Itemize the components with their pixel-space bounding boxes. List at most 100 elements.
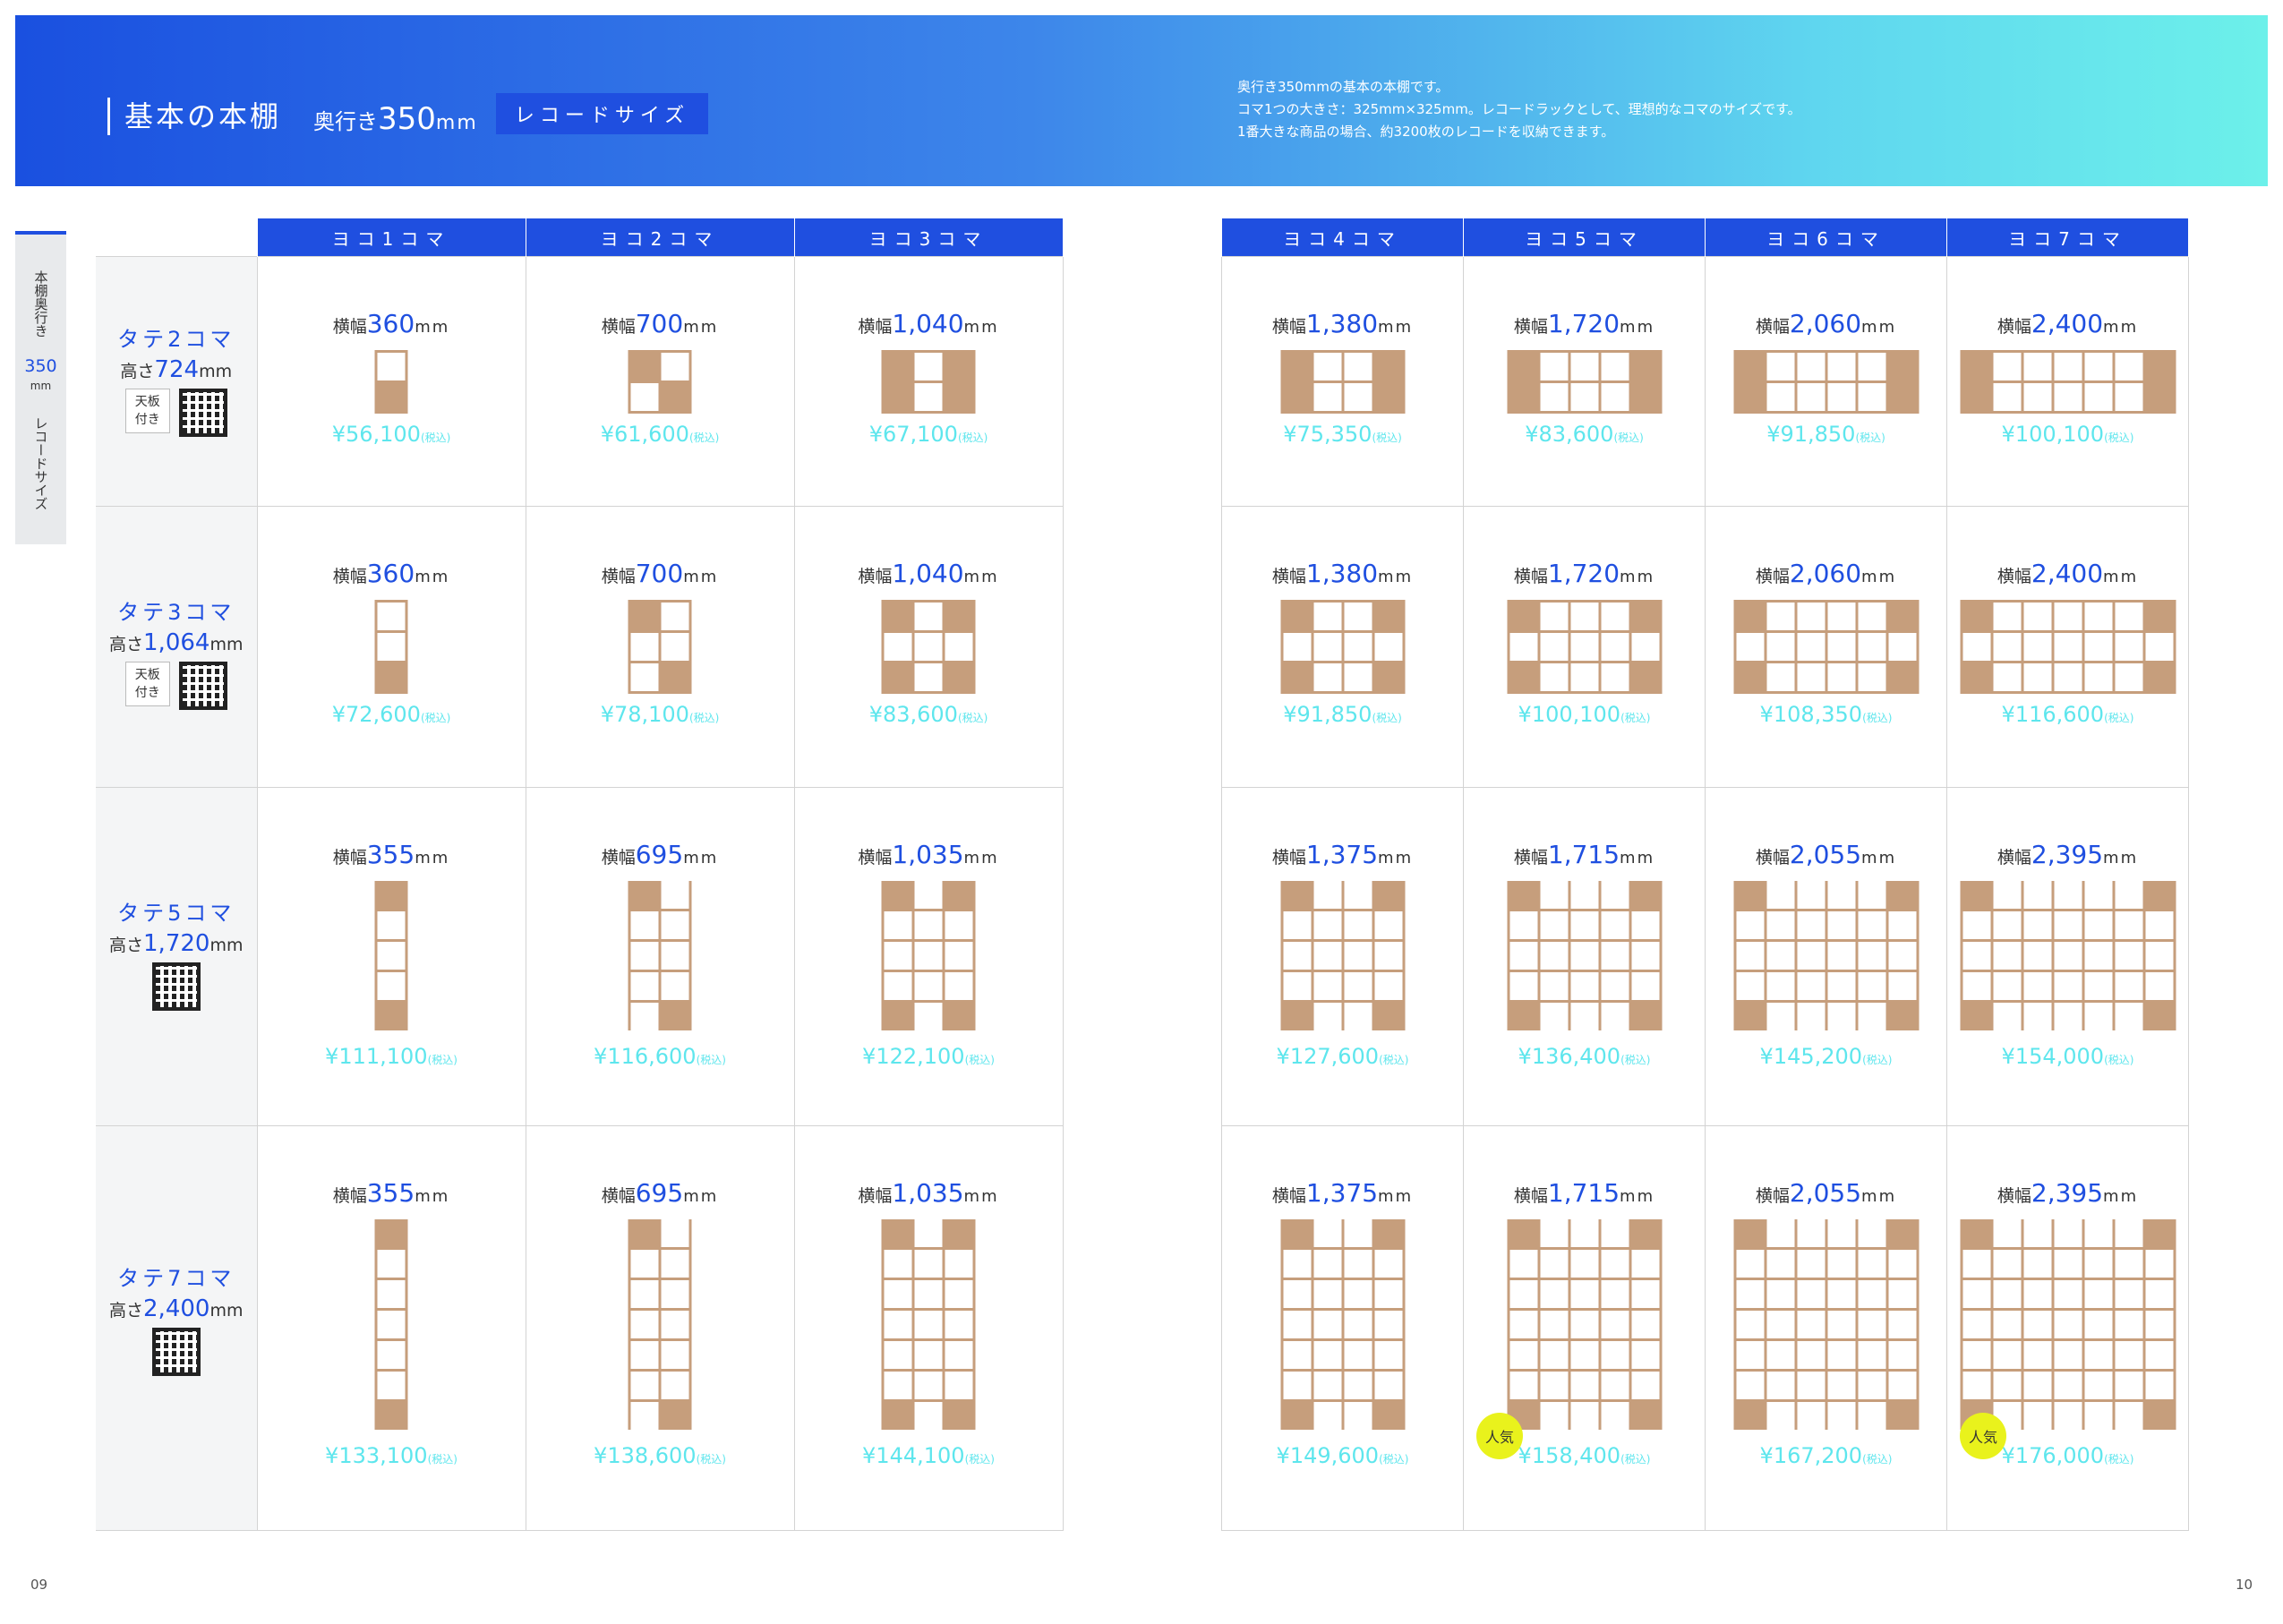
shelf-compartment	[1344, 911, 1372, 939]
shelf-compartment	[884, 881, 912, 909]
price-value: ¥145,200	[1759, 1044, 1863, 1069]
shelf-compartment	[1797, 1003, 1825, 1030]
shelf-compartment	[1313, 881, 1341, 909]
shelf-compartment	[2054, 881, 2082, 909]
shelf-compartment	[1509, 383, 1537, 411]
price-label: ¥167,200(税込)	[1706, 1443, 1946, 1468]
shelf-compartment	[1797, 1311, 1825, 1338]
shelf-compartment	[945, 353, 973, 380]
price-label: ¥108,350(税込)	[1706, 702, 1946, 727]
tax-note: (税込)	[1862, 1453, 1893, 1466]
shelf-compartment	[2115, 1280, 2142, 1308]
shelf-wrapper	[628, 350, 692, 414]
shelf-wrapper	[628, 1219, 692, 1430]
shelf-compartment	[1313, 1003, 1341, 1030]
shelf-compartment	[1509, 1280, 1537, 1308]
shelf-compartment	[1374, 1372, 1402, 1399]
shelf-compartment	[914, 603, 943, 630]
price-value: ¥72,600	[331, 702, 421, 727]
shelf-compartment	[377, 972, 406, 1000]
shelf-compartment	[1962, 1219, 1990, 1247]
shelf-compartment	[1374, 383, 1402, 411]
qr-code-icon	[151, 1328, 201, 1376]
shelf-compartment	[377, 1402, 406, 1430]
shelf-compartment	[1283, 603, 1311, 630]
row-name: タテ3コマ	[117, 600, 235, 625]
row-header: タテ7コマ 高さ2,400mm	[96, 1125, 258, 1531]
shelf-diagram	[1280, 350, 1405, 414]
shelf-cell: 横幅1,375mm ¥127,600(税込)	[1221, 787, 1464, 1126]
shelf-compartment	[1374, 633, 1402, 661]
shelf-compartment	[1374, 1311, 1402, 1338]
shelf-compartment	[914, 663, 943, 691]
shelf-compartment	[377, 1341, 406, 1369]
shelf-wrapper	[1280, 881, 1405, 1030]
shelf-width: 横幅1,375mm	[1222, 840, 1463, 869]
shelf-compartment	[1631, 972, 1659, 1000]
shelf-compartment	[1540, 972, 1568, 1000]
shelf-diagram	[374, 350, 408, 414]
shelf-compartment	[377, 1219, 406, 1247]
shelf-compartment	[2054, 972, 2082, 1000]
shelf-compartment	[1570, 1402, 1598, 1430]
shelf-compartment	[1962, 383, 1990, 411]
shelf-width: 横幅355mm	[258, 1178, 526, 1208]
shelf-compartment	[1601, 353, 1629, 380]
shelf-compartment	[1858, 1280, 1885, 1308]
row-height: 高さ1,064mm	[96, 629, 257, 656]
shelf-compartment	[2054, 1219, 2082, 1247]
shelf-compartment	[2023, 1280, 2051, 1308]
price-value: ¥111,100	[325, 1044, 428, 1069]
price-label: ¥56,100(税込)	[258, 422, 526, 447]
price-label: ¥100,100(税込)	[1947, 422, 2188, 447]
shelf-compartment	[377, 1003, 406, 1030]
shelf-compartment	[914, 1219, 943, 1247]
shelf-wrapper	[1507, 600, 1662, 694]
price-value: ¥78,100	[600, 702, 689, 727]
shelf-cell: 横幅1,035mm ¥122,100(税込)	[793, 787, 1064, 1126]
row-badges	[96, 1328, 257, 1376]
shelf-compartment	[661, 1280, 689, 1308]
shelf-compartment	[1993, 1250, 2021, 1278]
shelf-compartment	[1509, 911, 1537, 939]
shelf-compartment	[2145, 1003, 2173, 1030]
price-label: ¥91,850(税込)	[1222, 702, 1463, 727]
side-tab-depth: 350	[24, 356, 57, 376]
shelf-compartment	[1283, 972, 1311, 1000]
shelf-wrapper	[628, 881, 692, 1030]
shelf-compartment	[2145, 1250, 2173, 1278]
shelf-compartment	[2115, 1250, 2142, 1278]
shelf-compartment	[2145, 633, 2173, 661]
shelf-diagram	[881, 1219, 976, 1430]
side-tab-unit: mm	[30, 380, 52, 392]
shelf-compartment	[1766, 1372, 1794, 1399]
shelf-compartment	[1509, 603, 1537, 630]
width-prefix: 横幅	[1271, 317, 1306, 337]
shelf-compartment	[2054, 663, 2082, 691]
shelf-compartment	[1313, 1372, 1341, 1399]
shelf-compartment	[1993, 911, 2021, 939]
shelf-compartment	[1736, 353, 1764, 380]
shelf-compartment	[1827, 1311, 1855, 1338]
shelf-compartment	[914, 942, 943, 970]
shelf-compartment	[945, 1219, 973, 1247]
price-label: ¥136,400(税込)	[1464, 1044, 1705, 1069]
shelf-width: 横幅2,060mm	[1706, 309, 1946, 338]
shelf-diagram	[1960, 881, 2176, 1030]
width-value: 2,400	[2031, 559, 2104, 588]
width-prefix: 横幅	[858, 317, 893, 337]
shelf-compartment	[1570, 1003, 1598, 1030]
shelf-cell: 横幅2,395mm ¥154,000(税込)	[1946, 787, 2189, 1126]
shelf-compartment	[1313, 1341, 1341, 1369]
shelf-compartment	[630, 881, 659, 909]
shelf-compartment	[1962, 911, 1990, 939]
shelf-table-left: ヨコ1コマ ヨコ2コマ ヨコ3コマ タテ2コマ 高さ724mm 天板 付き 横幅360mm ¥5…	[96, 218, 1064, 1531]
price-value: ¥138,600	[594, 1443, 697, 1468]
page-number-left: 09	[30, 1577, 48, 1593]
shelf-diagram	[1507, 1219, 1662, 1430]
shelf-compartment	[1888, 1372, 1916, 1399]
shelf-cell: 横幅1,040mm ¥83,600(税込)	[793, 506, 1064, 788]
shelf-compartment	[377, 1280, 406, 1308]
shelf-diagram	[628, 350, 692, 414]
tax-note: (税込)	[964, 1453, 995, 1466]
